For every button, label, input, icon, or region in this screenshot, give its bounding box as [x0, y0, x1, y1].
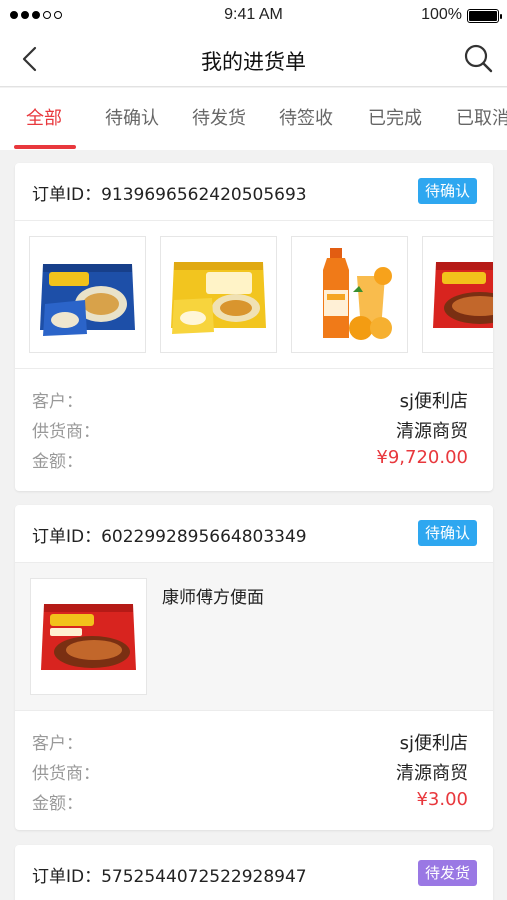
product-thumbnail[interactable]: [29, 236, 146, 353]
customer-label: 客户：: [32, 734, 83, 754]
amount-row: 金额： ¥3.00: [32, 789, 468, 819]
customer-value: sj便利店: [399, 733, 468, 754]
supplier-row: 供货商： 清源商贸: [32, 759, 468, 789]
battery-icon: [467, 9, 502, 23]
tab-pending-ship[interactable]: 待发货: [192, 88, 246, 150]
battery-percent: 100%: [421, 6, 462, 23]
supplier-row: 供货商： 清源商贸: [32, 417, 468, 447]
customer-value: sj便利店: [399, 391, 468, 412]
customer-row: 客户： sj便利店: [32, 387, 468, 417]
tab-pending-receive[interactable]: 待签收: [279, 88, 333, 150]
supplier-label: 供货商：: [32, 422, 100, 442]
orange-juice-bottle-icon: [323, 248, 392, 340]
order-card[interactable]: 订单ID：6022992895664803349 待确认 康师傅方便面 客户： …: [15, 505, 493, 830]
customer-row: 客户： sj便利店: [32, 729, 468, 759]
order-header: 订单ID：6022992895664803349 待确认: [15, 505, 493, 563]
nav-bar: 我的进货单: [0, 32, 507, 87]
tab-completed[interactable]: 已完成: [368, 88, 422, 150]
supplier-value: 清源商贸: [396, 421, 468, 442]
amount-value: ¥3.00: [416, 789, 468, 810]
tab-all[interactable]: 全部: [26, 88, 62, 150]
order-header: 订单ID：5752544072522928947 待发货: [15, 845, 493, 900]
active-tab-indicator: [14, 145, 76, 149]
product-thumbnail[interactable]: [30, 578, 147, 695]
noodle-pack-blue-icon: [40, 264, 135, 336]
product-thumbnail[interactable]: [422, 236, 493, 353]
product-name: 康师傅方便面: [162, 588, 264, 608]
product-thumbnail[interactable]: [160, 236, 277, 353]
supplier-value: 清源商贸: [396, 763, 468, 784]
tab-cancelled[interactable]: 已取消: [456, 88, 507, 150]
status-badge: 待确认: [417, 520, 477, 546]
noodle-pack-red-icon: [41, 604, 136, 670]
status-badge: 待确认: [417, 178, 477, 204]
product-item[interactable]: 康师傅方便面: [15, 563, 493, 711]
order-status-tabs: 全部 待确认 待发货 待签收 已完成 已取消: [0, 88, 507, 150]
order-id: 订单ID：6022992895664803349: [32, 527, 307, 547]
product-thumbnail-strip[interactable]: [15, 221, 493, 369]
noodle-pack-yellow-icon: [171, 262, 266, 334]
order-id: 订单ID：5752544072522928947: [32, 867, 307, 887]
order-info: 客户： sj便利店 供货商： 清源商贸 金额： ¥9,720.00: [15, 369, 493, 489]
order-header: 订单ID：9139696562420505693 待确认: [15, 163, 493, 221]
amount-label: 金额：: [32, 452, 83, 472]
search-icon[interactable]: [461, 41, 495, 75]
product-thumbnail[interactable]: [291, 236, 408, 353]
order-id: 订单ID：9139696562420505693: [32, 185, 307, 205]
page-title: 我的进货单: [201, 50, 306, 74]
status-badge: 待发货: [417, 860, 477, 886]
order-info: 客户： sj便利店 供货商： 清源商贸 金额： ¥3.00: [15, 711, 493, 830]
amount-label: 金额：: [32, 794, 83, 814]
order-card[interactable]: 订单ID：5752544072522928947 待发货: [15, 845, 493, 900]
order-card[interactable]: 订单ID：9139696562420505693 待确认 客户： sj便利店 供…: [15, 163, 493, 491]
tab-pending-confirm[interactable]: 待确认: [105, 88, 159, 150]
noodle-pack-red-icon: [433, 262, 493, 328]
amount-value: ¥9,720.00: [376, 447, 468, 468]
amount-row: 金额： ¥9,720.00: [32, 447, 468, 477]
customer-label: 客户：: [32, 392, 83, 412]
status-bar: 9:41 AM 100%: [0, 0, 507, 32]
supplier-label: 供货商：: [32, 764, 100, 784]
